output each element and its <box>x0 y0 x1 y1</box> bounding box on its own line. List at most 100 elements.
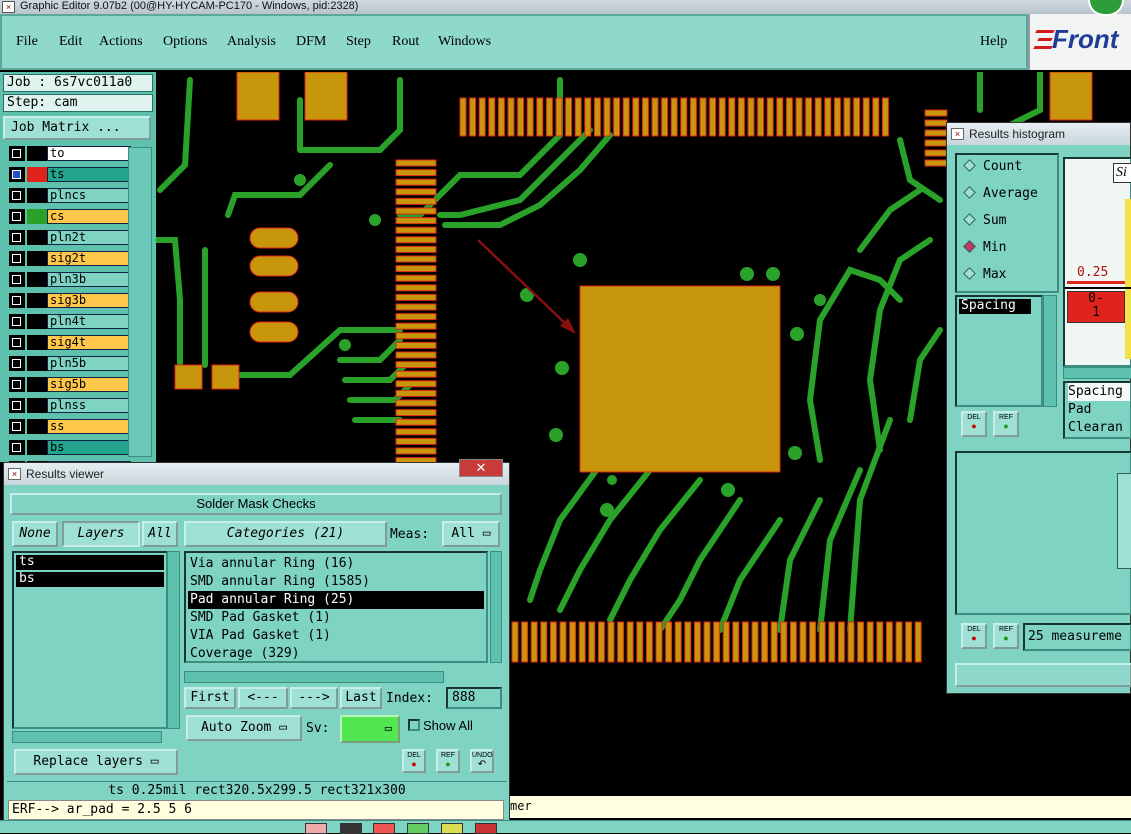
del-button-2[interactable]: DEL ● <box>961 623 987 649</box>
layer-color-swatch[interactable] <box>27 230 47 245</box>
index-input[interactable]: 888 <box>446 687 502 709</box>
layer-color-swatch[interactable] <box>27 251 47 266</box>
layer-color-swatch[interactable] <box>27 188 47 203</box>
layer-row-sig2t[interactable]: sig2t <box>9 250 131 266</box>
layer-row-plncs[interactable]: plncs <box>9 187 131 203</box>
layer-checkbox[interactable] <box>9 167 25 182</box>
category-item[interactable]: Pad annular Ring (25) <box>188 591 484 609</box>
layer-results-list[interactable]: ts bs <box>12 551 168 729</box>
menu-file[interactable]: File <box>16 34 38 50</box>
del-button[interactable]: DEL ● <box>961 411 987 437</box>
menu-options[interactable]: Options <box>163 34 207 50</box>
layer-row-ts[interactable]: ts <box>9 166 131 182</box>
layer-color-swatch[interactable] <box>27 398 47 413</box>
layer-color-swatch[interactable] <box>27 209 47 224</box>
layer-name[interactable]: ts <box>47 167 131 182</box>
toolbar-icon[interactable] <box>407 823 429 834</box>
menu-actions[interactable]: Actions <box>99 34 143 50</box>
chart-hscrollbar[interactable] <box>1063 367 1131 379</box>
layer-checkbox[interactable] <box>9 209 25 224</box>
all-layers-button[interactable]: All <box>142 521 178 547</box>
layer-row-sig5b[interactable]: sig5b <box>9 376 131 392</box>
layer-name[interactable]: pln3b <box>47 272 131 287</box>
layer-row-pln3b[interactable]: pln3b <box>9 271 131 287</box>
layer-row-bs[interactable]: bs <box>9 439 131 455</box>
auto-zoom-dropdown[interactable]: Auto Zoom ▭ <box>186 715 302 741</box>
job-matrix-button[interactable]: Job Matrix ... <box>3 116 151 140</box>
categories-list[interactable]: Via annular Ring (16) SMD annular Ring (1… <box>184 551 488 663</box>
category-item[interactable]: Via annular Ring (16) <box>188 555 484 573</box>
layer-name[interactable]: pln5b <box>47 356 131 371</box>
toolbar-icon[interactable] <box>340 823 362 834</box>
stat-option-max[interactable]: Max <box>963 267 1006 282</box>
layer-color-swatch[interactable] <box>27 146 47 161</box>
layer-name[interactable]: sig2t <box>47 251 131 266</box>
histogram-list[interactable]: Spacing <box>955 295 1043 407</box>
toolbar-icon[interactable] <box>305 823 327 834</box>
layer-color-swatch[interactable] <box>27 167 47 182</box>
ref-button[interactable]: REF ● <box>436 749 460 773</box>
menu-step[interactable]: Step <box>346 34 371 50</box>
layer-checkbox[interactable] <box>9 230 25 245</box>
next-button[interactable]: ---> <box>290 687 338 709</box>
layer-color-swatch[interactable] <box>27 356 47 371</box>
show-all-checkbox[interactable] <box>408 719 420 731</box>
category-item[interactable]: VIA Pad Gasket (1) <box>188 627 484 645</box>
layer-row-to[interactable]: to <box>9 145 131 161</box>
severity-color-dropdown[interactable]: ▭ <box>340 715 400 743</box>
layer-row-cs[interactable]: cs <box>9 208 131 224</box>
layer-color-swatch[interactable] <box>27 419 47 434</box>
del-button[interactable]: DEL ● <box>402 749 426 773</box>
histogram-list-scrollbar[interactable] <box>1043 295 1057 407</box>
layer-color-swatch[interactable] <box>27 293 47 308</box>
stat-option-sum[interactable]: Sum <box>963 213 1006 228</box>
menu-edit[interactable]: Edit <box>59 34 82 50</box>
layer-name[interactable]: sig5b <box>47 377 131 392</box>
layer-name[interactable]: plnss <box>47 398 131 413</box>
undo-button[interactable]: UNDO ↶ <box>470 749 494 773</box>
layer-checkbox[interactable] <box>9 440 25 455</box>
layer-row-ss[interactable]: ss <box>9 418 131 434</box>
category-item[interactable]: SMD annular Ring (1585) <box>188 573 484 591</box>
menu-rout[interactable]: Rout <box>392 34 419 50</box>
list-item[interactable]: Spacing <box>959 299 1031 314</box>
toolbar-icon[interactable] <box>475 823 497 834</box>
menu-help[interactable]: Help <box>980 34 1007 50</box>
layer-list-scrollbar[interactable] <box>167 551 180 729</box>
layer-checkbox[interactable] <box>9 293 25 308</box>
layer-checkbox[interactable] <box>9 314 25 329</box>
close-icon[interactable]: ✕ <box>459 459 503 477</box>
layer-checkbox[interactable] <box>9 146 25 161</box>
layer-name[interactable]: bs <box>47 440 131 455</box>
layer-checkbox[interactable] <box>9 398 25 413</box>
layer-color-swatch[interactable] <box>27 377 47 392</box>
categories-hscrollbar[interactable] <box>184 671 444 683</box>
meas-dropdown[interactable]: All ▭ <box>442 521 500 547</box>
menu-windows[interactable]: Windows <box>438 34 491 50</box>
category-item[interactable]: Coverage (329) <box>188 645 484 663</box>
none-button[interactable]: None <box>12 521 58 547</box>
layer-list-hscrollbar[interactable] <box>12 731 162 743</box>
categories-button[interactable]: Categories (21) <box>184 521 387 547</box>
layer-row-pln2t[interactable]: pln2t <box>9 229 131 245</box>
stat-option-average[interactable]: Average <box>963 186 1038 201</box>
toolbar-icon[interactable] <box>441 823 463 834</box>
last-button[interactable]: Last <box>340 687 382 709</box>
layer-name[interactable]: sig3b <box>47 293 131 308</box>
layer-row-sig3b[interactable]: sig3b <box>9 292 131 308</box>
layer-name[interactable]: plncs <box>47 188 131 203</box>
replace-layers-button[interactable]: Replace layers ▭ <box>14 749 178 775</box>
list-item[interactable]: ts <box>16 555 164 570</box>
layer-checkbox[interactable] <box>9 419 25 434</box>
toolbar-icon[interactable] <box>373 823 395 834</box>
layer-name[interactable]: ss <box>47 419 131 434</box>
category-item[interactable]: SMD Pad Gasket (1) <box>188 609 484 627</box>
stat-option-min[interactable]: Min <box>963 240 1006 255</box>
layer-checkbox[interactable] <box>9 377 25 392</box>
layer-name[interactable]: pln2t <box>47 230 131 245</box>
layer-color-swatch[interactable] <box>27 272 47 287</box>
layer-row-plnss[interactable]: plnss <box>9 397 131 413</box>
layer-row-pln5b[interactable]: pln5b <box>9 355 131 371</box>
layer-checkbox[interactable] <box>9 188 25 203</box>
layer-color-swatch[interactable] <box>27 440 47 455</box>
